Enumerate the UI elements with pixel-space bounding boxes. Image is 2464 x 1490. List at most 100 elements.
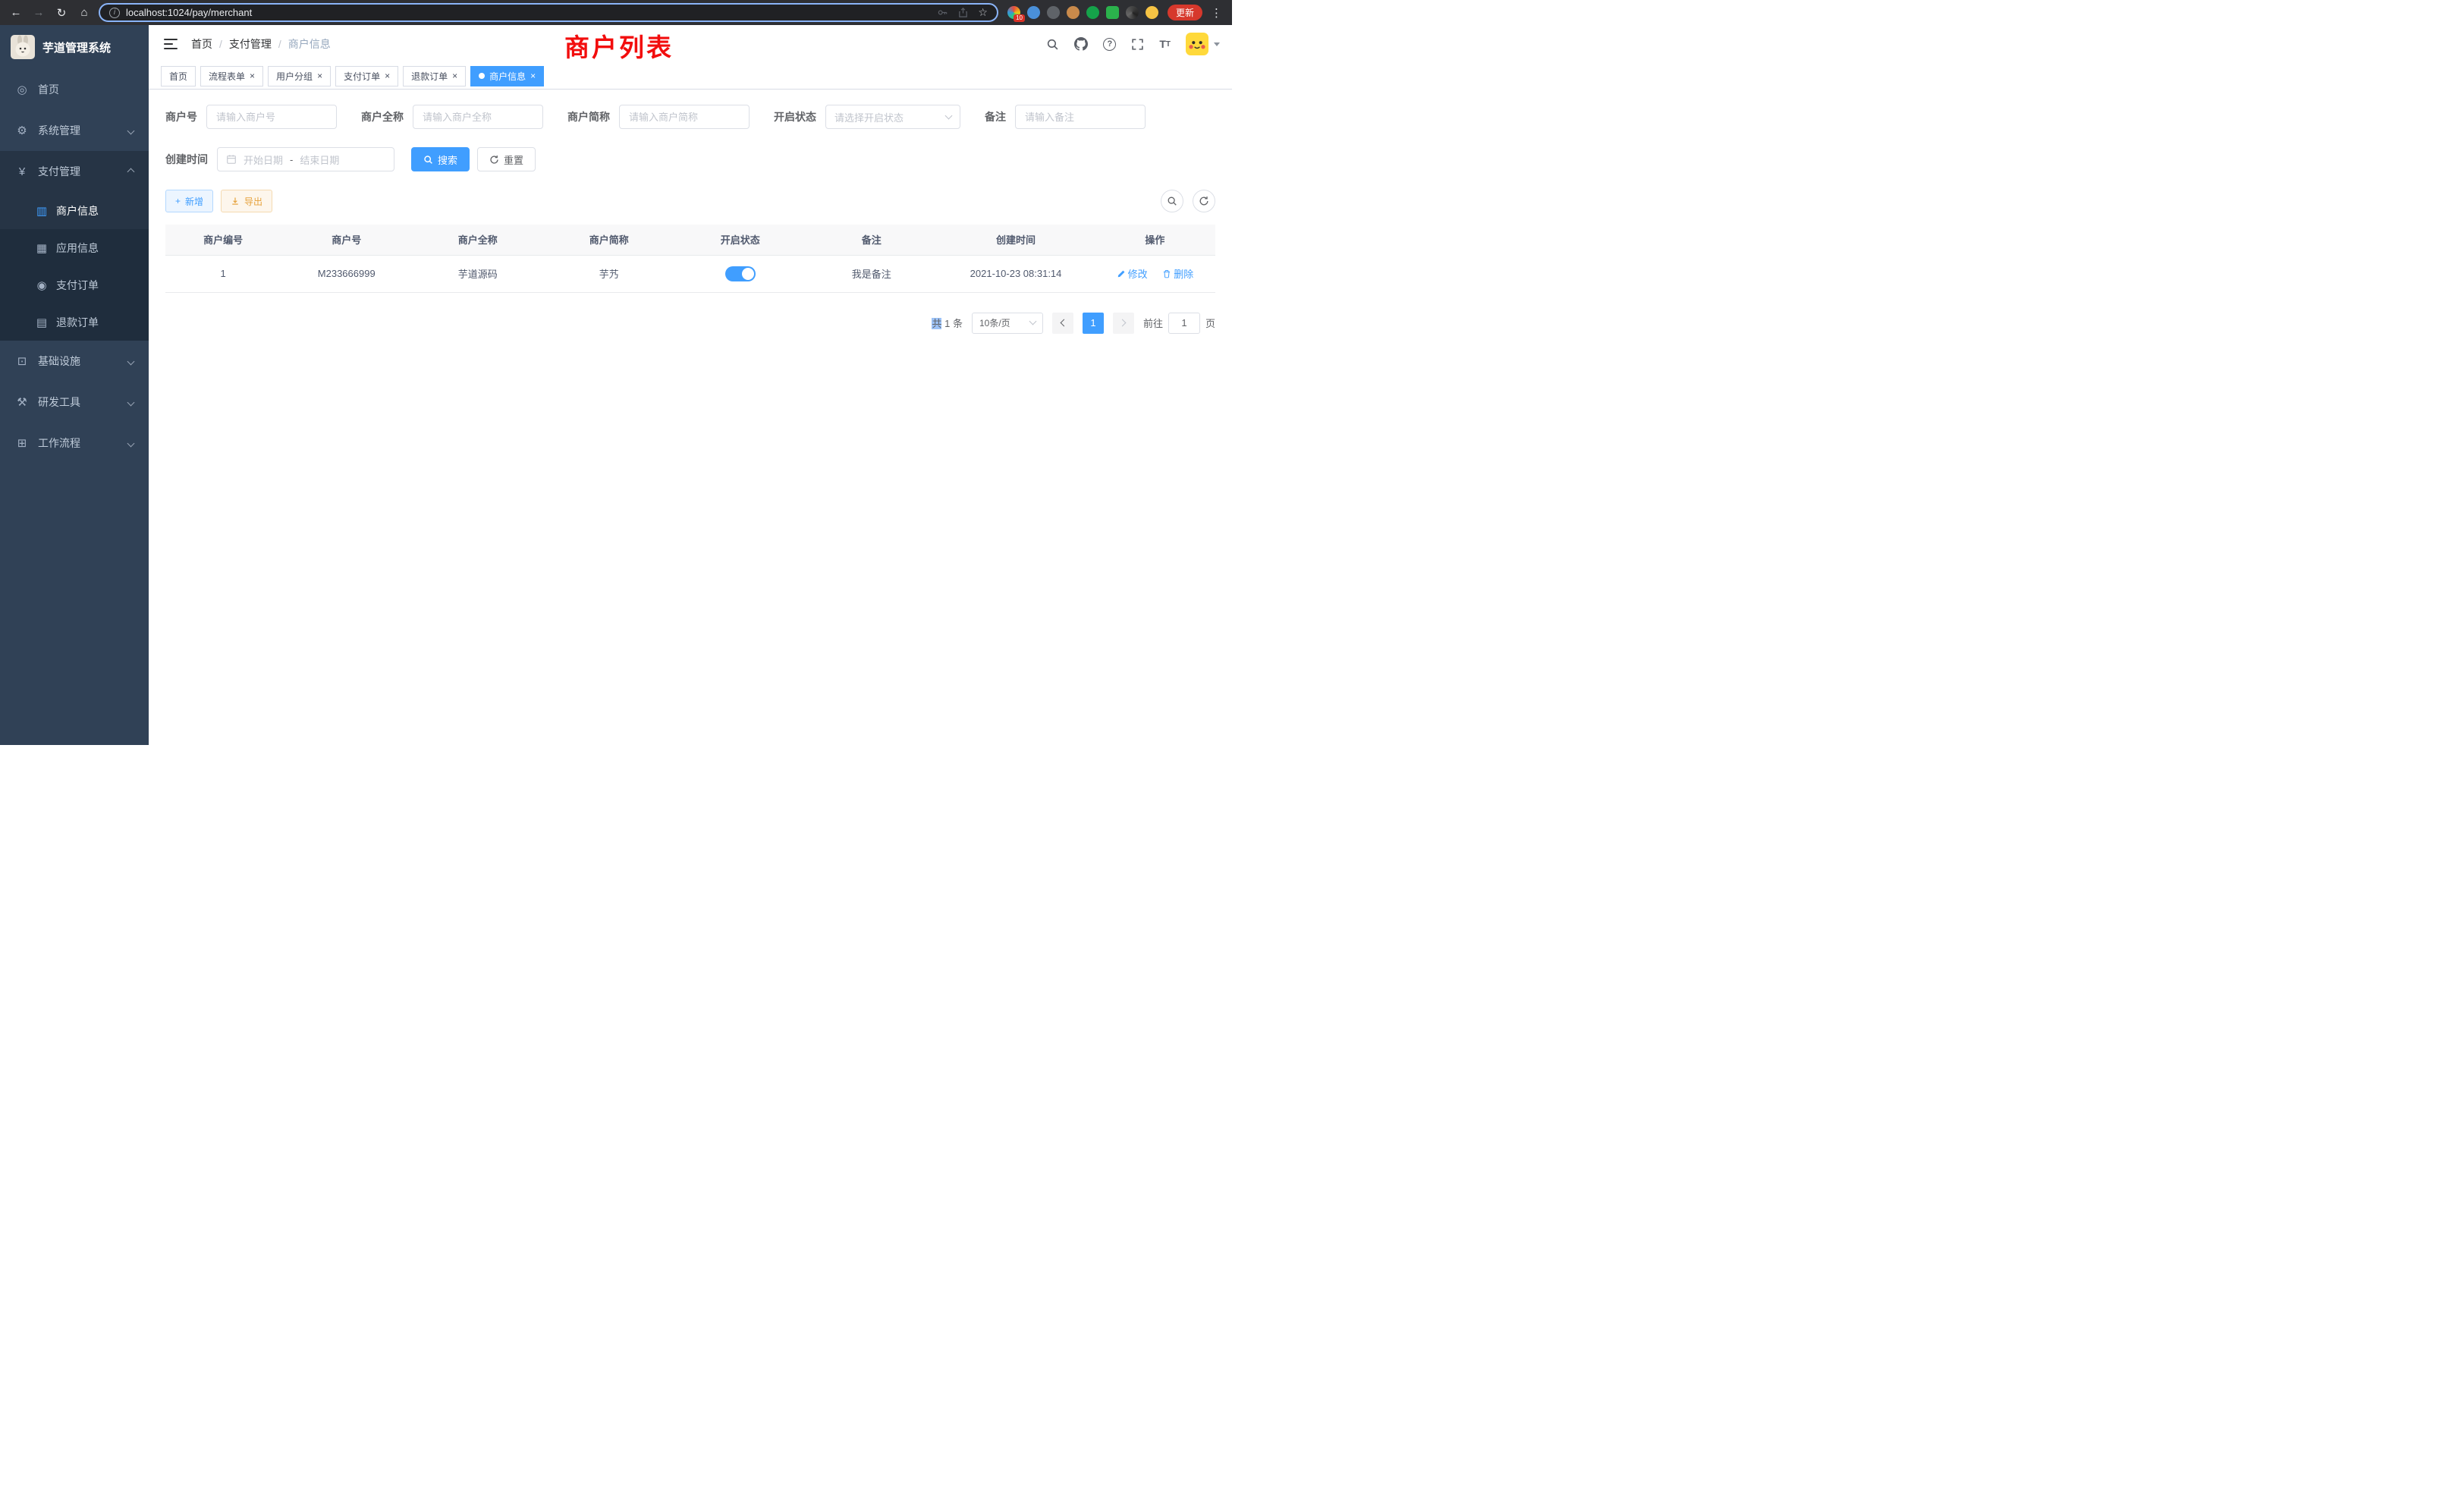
update-button[interactable]: 更新: [1168, 5, 1202, 20]
chevron-down-icon: [1029, 318, 1037, 325]
tab-user-group[interactable]: 用户分组 ×: [268, 66, 331, 86]
total-prefix: 共: [932, 318, 941, 329]
sidebar-item-payment[interactable]: ¥ 支付管理: [0, 151, 149, 192]
search-icon: [423, 155, 433, 165]
reset-button[interactable]: 重置: [477, 147, 536, 171]
plus-icon: +: [175, 196, 181, 206]
chevron-down-icon: [127, 439, 135, 447]
tab-home[interactable]: 首页: [161, 66, 196, 86]
extension-drop-icon[interactable]: [1027, 6, 1040, 19]
filter-row-1: 商户号 商户全称 商户简称 开启状态 请选择开启状态: [165, 105, 1215, 129]
total-suffix: 条: [953, 318, 963, 329]
sidebar-item-infrastructure[interactable]: ⊡ 基础设施: [0, 341, 149, 382]
tab-merchant-info[interactable]: 商户信息 ×: [470, 66, 544, 86]
full-name-input[interactable]: [413, 105, 543, 129]
table-tools: [1161, 190, 1215, 212]
extension-dark-icon[interactable]: [1047, 6, 1060, 19]
filter-remark: 备注: [985, 105, 1146, 129]
sidebar-item-workflow[interactable]: ⊞ 工作流程: [0, 423, 149, 464]
refresh-icon: [1199, 196, 1209, 206]
sidebar-subitem-label: 商户信息: [56, 203, 99, 218]
extension-puzzle-icon[interactable]: 10: [1007, 6, 1020, 19]
browser-menu-icon[interactable]: ⋮: [1208, 6, 1224, 20]
delete-link[interactable]: 删除: [1162, 266, 1193, 281]
address-bar-actions: ☆: [937, 6, 988, 19]
merchant-no-input[interactable]: [206, 105, 337, 129]
back-icon[interactable]: ←: [8, 6, 24, 19]
sidebar-subitem-refund-order[interactable]: ▤ 退款订单: [0, 303, 149, 341]
page-number-button[interactable]: 1: [1083, 313, 1104, 334]
order-icon: ◉: [35, 278, 49, 292]
github-icon[interactable]: [1074, 37, 1088, 51]
col-header-remark: 备注: [806, 225, 937, 255]
col-header-id: 商户编号: [165, 225, 281, 255]
help-icon[interactable]: ?: [1103, 38, 1116, 51]
page-size-select[interactable]: 10条/页: [972, 313, 1043, 334]
tab-process-form[interactable]: 流程表单 ×: [200, 66, 263, 86]
create-time-range-picker[interactable]: 开始日期 - 结束日期: [217, 147, 394, 171]
top-navbar: 首页 / 支付管理 / 商户信息 ? T: [149, 25, 1232, 63]
toolbox-icon: ⚒: [15, 395, 29, 409]
tab-pay-order[interactable]: 支付订单 ×: [335, 66, 398, 86]
sidebar-item-label: 研发工具: [38, 395, 80, 410]
search-icon: [1167, 196, 1177, 206]
extension-check-icon[interactable]: [1086, 6, 1099, 19]
app-window: 芋道管理系统 ◎ 首页 ⚙ 系统管理 ¥ 支付管理 ▥ 商户信息: [0, 25, 1232, 745]
short-name-input[interactable]: [619, 105, 750, 129]
extension-pinwheel-icon[interactable]: [1126, 6, 1139, 19]
next-page-button[interactable]: [1113, 313, 1134, 334]
search-button[interactable]: 搜索: [411, 147, 470, 171]
breadcrumb-payment[interactable]: 支付管理: [229, 36, 272, 52]
fullscreen-icon[interactable]: [1131, 38, 1144, 51]
extension-face-icon[interactable]: [1146, 6, 1158, 19]
sidebar-subitem-app-info[interactable]: ▦ 应用信息: [0, 229, 149, 266]
chevron-down-icon: [945, 112, 953, 119]
reload-icon[interactable]: ↻: [53, 6, 70, 20]
extension-sheet-icon[interactable]: [1106, 6, 1119, 19]
sidebar-item-home[interactable]: ◎ 首页: [0, 69, 149, 110]
refresh-table-button[interactable]: [1193, 190, 1215, 212]
col-header-status: 开启状态: [674, 225, 806, 255]
app-logo[interactable]: 芋道管理系统: [0, 25, 149, 69]
remark-input[interactable]: [1015, 105, 1146, 129]
address-bar[interactable]: i localhost:1024/pay/merchant ☆: [99, 3, 998, 22]
col-header-create-time: 创建时间: [937, 225, 1095, 255]
sidebar-subitem-merchant-info[interactable]: ▥ 商户信息: [0, 192, 149, 229]
password-key-icon[interactable]: [937, 7, 948, 18]
share-icon[interactable]: [957, 7, 969, 18]
status-toggle[interactable]: [725, 266, 756, 281]
edit-link[interactable]: 修改: [1117, 266, 1148, 281]
col-header-merchant-no: 商户号: [281, 225, 412, 255]
toggle-search-button[interactable]: [1161, 190, 1183, 212]
sidebar-subitem-pay-order[interactable]: ◉ 支付订单: [0, 266, 149, 303]
tab-close-icon[interactable]: ×: [452, 71, 457, 80]
sidebar-item-system[interactable]: ⚙ 系统管理: [0, 110, 149, 151]
extension-avatar-icon[interactable]: [1067, 6, 1080, 19]
prev-page-button[interactable]: [1052, 313, 1073, 334]
tab-close-icon[interactable]: ×: [530, 71, 536, 80]
hamburger-icon[interactable]: [161, 35, 181, 53]
user-avatar-menu[interactable]: [1186, 33, 1220, 55]
tab-refund-order[interactable]: 退款订单 ×: [403, 66, 466, 86]
sidebar-item-devtools[interactable]: ⚒ 研发工具: [0, 382, 149, 423]
status-select-placeholder: 请选择开启状态: [834, 110, 904, 124]
site-info-icon[interactable]: i: [109, 8, 120, 18]
font-size-icon[interactable]: TT: [1159, 38, 1171, 50]
filter-merchant-no: 商户号: [165, 105, 337, 129]
calendar-icon: [226, 154, 237, 165]
tab-close-icon[interactable]: ×: [317, 71, 322, 80]
tab-label: 退款订单: [411, 70, 448, 83]
goto-page-input[interactable]: [1168, 313, 1200, 334]
tab-close-icon[interactable]: ×: [250, 71, 255, 80]
refresh-icon: [489, 155, 499, 165]
status-select[interactable]: 请选择开启状态: [825, 105, 960, 129]
breadcrumb-home[interactable]: 首页: [191, 36, 212, 52]
bookmark-star-icon[interactable]: ☆: [978, 6, 988, 19]
export-button[interactable]: 导出: [221, 190, 272, 212]
search-icon[interactable]: [1046, 38, 1059, 51]
sidebar-item-label: 工作流程: [38, 435, 80, 451]
add-button[interactable]: + 新增: [165, 190, 213, 212]
tab-close-icon[interactable]: ×: [385, 71, 390, 80]
forward-icon[interactable]: →: [30, 6, 47, 19]
home-icon[interactable]: ⌂: [76, 6, 93, 19]
